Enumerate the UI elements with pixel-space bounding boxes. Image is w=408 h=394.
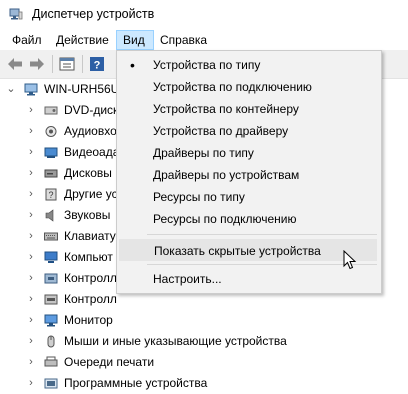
tree-item-label: Монитор xyxy=(64,313,113,327)
view-menu-item[interactable]: Устройства по контейнеру xyxy=(119,98,377,120)
toolbar-separator xyxy=(52,55,53,73)
menu-view[interactable]: Вид xyxy=(116,30,154,50)
view-menu-item[interactable]: Устройства по подключению xyxy=(119,76,377,98)
window-title: Диспетчер устройств xyxy=(32,7,155,21)
tree-item-label: Дисковы xyxy=(64,166,112,180)
expand-chevron-icon[interactable]: › xyxy=(26,247,36,268)
speaker-icon xyxy=(45,209,54,222)
collapse-chevron-icon[interactable]: ⌄ xyxy=(6,79,16,100)
dvd-drive-icon xyxy=(44,106,58,115)
expand-chevron-icon[interactable]: › xyxy=(26,289,36,310)
title-bar: Диспетчер устройств xyxy=(0,0,408,30)
menu-help[interactable]: Справка xyxy=(154,30,213,50)
expand-chevron-icon[interactable]: › xyxy=(26,121,36,142)
expand-chevron-icon[interactable]: › xyxy=(26,205,36,226)
view-menu-item-label: Ресурсы по типу xyxy=(153,190,245,204)
computer-icon xyxy=(44,251,58,263)
view-menu-item[interactable]: • Устройства по типу xyxy=(119,54,377,76)
expand-chevron-icon[interactable]: › xyxy=(26,100,36,121)
tree-item-label: Контролл xyxy=(64,292,117,306)
view-menu-item-label: Драйверы по устройствам xyxy=(153,168,300,182)
keyboard-icon xyxy=(44,232,58,241)
forward-arrow-icon[interactable] xyxy=(28,55,46,73)
view-menu-item-label: Устройства по типу xyxy=(153,58,261,72)
disk-drive-icon xyxy=(44,169,58,178)
menu-bar: Файл Действие Вид Справка xyxy=(0,30,408,50)
tree-item-label: Компьют xyxy=(64,250,113,264)
tree-item-label: Программные устройства xyxy=(64,376,208,390)
view-menu-item[interactable]: Драйверы по типу xyxy=(119,142,377,164)
expand-chevron-icon[interactable]: › xyxy=(26,268,36,289)
menu-separator xyxy=(147,234,377,235)
menu-file[interactable]: Файл xyxy=(6,30,48,50)
expand-chevron-icon[interactable]: › xyxy=(26,163,36,184)
expand-chevron-icon[interactable]: › xyxy=(26,226,36,247)
properties-icon[interactable] xyxy=(58,55,76,73)
view-menu-item-label: Устройства по подключению xyxy=(153,80,312,94)
show-hidden-devices-label: Показать скрытые устройства xyxy=(154,244,321,258)
expand-chevron-icon[interactable]: › xyxy=(26,310,36,331)
device-manager-icon xyxy=(9,8,23,20)
expand-chevron-icon[interactable]: › xyxy=(26,352,36,373)
computer-icon xyxy=(24,83,38,96)
view-menu-item[interactable]: Ресурсы по подключению xyxy=(119,208,377,230)
tree-item-label: Контролл xyxy=(64,271,117,285)
help-icon[interactable]: ? xyxy=(88,55,106,73)
checked-bullet-icon: • xyxy=(130,57,135,73)
svg-text:?: ? xyxy=(94,60,101,72)
view-menu-item[interactable]: Устройства по драйверу xyxy=(119,120,377,142)
audio-input-icon xyxy=(45,126,57,137)
expand-chevron-icon[interactable]: › xyxy=(26,184,36,205)
print-queue-icon xyxy=(44,356,58,367)
unknown-device-icon: ? xyxy=(45,188,57,201)
software-device-icon xyxy=(44,378,58,389)
view-menu-item[interactable]: Драйверы по устройствам xyxy=(119,164,377,186)
customize-label: Настроить... xyxy=(153,272,222,286)
view-menu-item-label: Ресурсы по подключению xyxy=(153,212,297,226)
menu-action[interactable]: Действие xyxy=(50,30,115,50)
customize-item[interactable]: Настроить... xyxy=(119,268,377,290)
expand-chevron-icon[interactable]: › xyxy=(26,373,36,394)
view-menu-item-label: Драйверы по типу xyxy=(153,146,254,160)
tree-item-label: Аудиовхо xyxy=(64,124,117,138)
tree-item-label: Видеоада xyxy=(64,145,120,159)
view-menu-item-label: Устройства по контейнеру xyxy=(153,102,299,116)
mouse-cursor-icon xyxy=(343,250,357,270)
expand-chevron-icon[interactable]: › xyxy=(26,142,36,163)
tree-item-label: Мыши и иные указывающие устройства xyxy=(64,334,287,348)
view-menu-item[interactable]: Ресурсы по типу xyxy=(119,186,377,208)
controller-icon xyxy=(44,294,58,305)
show-hidden-devices-item[interactable]: Показать скрытые устройства xyxy=(119,239,377,261)
tree-item-label: Очереди печати xyxy=(64,355,155,369)
tree-item-label: Звуковы xyxy=(64,208,111,222)
toolbar-separator xyxy=(82,55,83,73)
display-adapter-icon xyxy=(44,147,58,158)
back-arrow-icon[interactable] xyxy=(6,55,24,73)
mouse-icon xyxy=(47,335,55,348)
expand-chevron-icon[interactable]: › xyxy=(26,331,36,352)
controller-icon xyxy=(44,273,58,284)
monitor-icon xyxy=(44,314,58,327)
svg-text:?: ? xyxy=(48,190,53,200)
view-menu-item-label: Устройства по драйверу xyxy=(153,124,289,138)
tree-root-label: WIN-URH56U xyxy=(44,79,120,100)
tree-item-label: Клавиату xyxy=(64,229,116,243)
